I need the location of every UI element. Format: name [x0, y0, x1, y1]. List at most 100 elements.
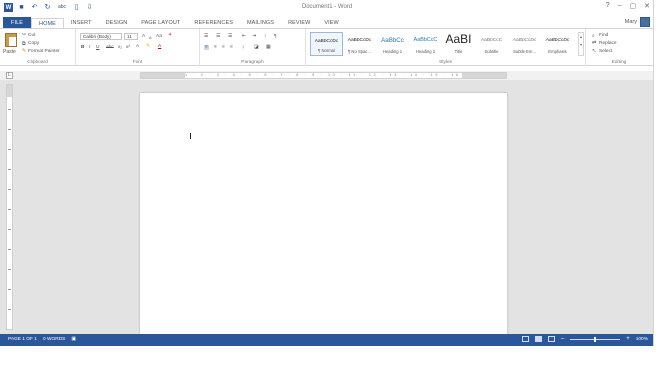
- styles-group-label: Styles: [438, 60, 453, 65]
- show-marks-icon[interactable]: ¶: [274, 34, 277, 39]
- ruler-tick: [8, 229, 11, 230]
- text-effects-icon[interactable]: A: [136, 44, 139, 49]
- page-count[interactable]: PAGE 1 OF 1: [8, 337, 37, 342]
- ruler-row: L 1 · 2 · 3 · 4 · 5 · 6 · 7 · 8 · 9 · 10…: [0, 71, 653, 80]
- status-right: – + 100%: [521, 336, 648, 342]
- clear-formatting-icon[interactable]: ✦: [168, 33, 172, 38]
- align-center-icon[interactable]: ≡: [214, 45, 217, 50]
- vertical-ruler[interactable]: [6, 84, 13, 330]
- style-heading-2[interactable]: AaBbCcC Heading 2: [409, 32, 442, 56]
- horizontal-ruler[interactable]: 1 · 2 · 3 · 4 · 5 · 6 · 7 · 8 · 9 · 10 ·…: [140, 72, 507, 79]
- word-count[interactable]: 0 WORDS: [43, 337, 65, 342]
- style-name: Title: [454, 49, 463, 54]
- select-icon[interactable]: ↖: [592, 49, 596, 54]
- cut-icon[interactable]: ✂: [22, 33, 26, 38]
- style-subtle-emphasis[interactable]: AaBbCcDc Subtle Em...: [508, 32, 541, 56]
- zoom-out-button[interactable]: –: [561, 336, 564, 342]
- paste-button[interactable]: Paste: [3, 49, 16, 55]
- zoom-level[interactable]: 100%: [636, 337, 648, 342]
- tab-selector[interactable]: L: [6, 72, 13, 79]
- sort-icon[interactable]: ↕: [264, 34, 266, 39]
- bullets-icon[interactable]: ☰: [204, 34, 208, 39]
- font-color-icon[interactable]: A: [158, 44, 161, 49]
- style-name: Heading 1: [382, 49, 403, 54]
- select-button[interactable]: Select: [599, 49, 612, 54]
- ruler-tick: [8, 169, 11, 170]
- format-painter-button[interactable]: Format Painter: [28, 49, 60, 54]
- status-bar: PAGE 1 OF 1 0 WORDS ▣ – + 100%: [0, 334, 653, 346]
- style-sample: AaBbCcDc: [347, 38, 372, 43]
- shrink-font-button[interactable]: A: [149, 35, 152, 40]
- style-sample: AaBbCcDc: [545, 38, 570, 43]
- increase-indent-icon[interactable]: ⇥: [252, 34, 256, 39]
- account[interactable]: Mary: [625, 17, 650, 27]
- styles-gallery: AaBbCcDc ¶ Normal AaBbCcDc ¶ No Spac... …: [310, 32, 576, 58]
- borders-icon[interactable]: ▦: [266, 45, 271, 50]
- shading-icon[interactable]: ◪: [254, 45, 259, 50]
- font-size-select[interactable]: 11: [124, 33, 138, 40]
- superscript-button[interactable]: x²: [126, 45, 130, 50]
- find-button[interactable]: Find: [599, 33, 608, 38]
- paste-icon[interactable]: [5, 33, 17, 47]
- format-painter-icon[interactable]: ✎: [22, 49, 26, 54]
- find-icon[interactable]: ⌕: [592, 33, 595, 39]
- style-emphasis[interactable]: AaBbCcDc Emphasis: [541, 32, 574, 56]
- copy-button[interactable]: Copy: [28, 41, 39, 46]
- ruler-tick: [8, 189, 11, 190]
- replace-button[interactable]: Replace: [599, 41, 617, 46]
- ruler-tick: [8, 129, 11, 130]
- close-icon[interactable]: ✕: [644, 2, 650, 10]
- avatar[interactable]: [640, 17, 650, 27]
- align-left-icon[interactable]: ≡: [204, 45, 209, 50]
- highlight-color-icon[interactable]: ✎: [146, 44, 150, 49]
- maximize-icon[interactable]: ▢: [630, 2, 637, 10]
- align-right-icon[interactable]: ≡: [222, 45, 225, 50]
- italic-button[interactable]: I: [89, 45, 90, 50]
- zoom-slider-thumb[interactable]: [594, 336, 597, 342]
- paragraph-group-label: Paragraph: [241, 60, 264, 65]
- style-sample: AaBI: [445, 32, 472, 46]
- bold-button[interactable]: B: [81, 45, 84, 50]
- style-sample: AaBbCcDc: [512, 38, 537, 43]
- proofing-icon[interactable]: ▣: [71, 337, 76, 342]
- line-spacing-icon[interactable]: ↨: [242, 45, 244, 50]
- style-no-spacing[interactable]: AaBbCcDc ¶ No Spac...: [343, 32, 376, 56]
- zoom-slider[interactable]: [570, 336, 621, 342]
- decrease-indent-icon[interactable]: ⇤: [242, 34, 246, 39]
- zoom-in-button[interactable]: +: [626, 336, 630, 342]
- style-title[interactable]: AaBI Title: [442, 32, 475, 56]
- grow-font-button[interactable]: A: [142, 34, 145, 39]
- justify-icon[interactable]: ≡: [230, 45, 233, 50]
- change-case-button[interactable]: Aa: [156, 34, 162, 39]
- print-layout-icon[interactable]: [534, 336, 542, 342]
- styles-more-button[interactable]: ▴ ▾: [578, 32, 584, 56]
- style-name: Heading 2: [415, 49, 436, 54]
- ruler-tick: [8, 109, 11, 110]
- style-name: Subtle Em...: [513, 49, 536, 54]
- window-controls: ? – ▢ ✕: [606, 2, 650, 10]
- strikethrough-button[interactable]: abc: [106, 45, 114, 50]
- multilevel-list-icon[interactable]: ☰: [228, 34, 232, 39]
- web-layout-icon[interactable]: [547, 336, 555, 342]
- underline-button[interactable]: U: [96, 45, 99, 50]
- clipboard-group: Paste ✂ Cut ⧉ Copy ✎ Format Painter Clip…: [0, 29, 76, 66]
- font-name-select[interactable]: Calibri (Body): [80, 33, 122, 40]
- numbering-icon[interactable]: ☰: [216, 34, 220, 39]
- style-heading-1[interactable]: AaBbCc Heading 1: [376, 32, 409, 56]
- vertical-ruler-margin: [7, 85, 12, 97]
- style-normal[interactable]: AaBbCcDc ¶ Normal: [310, 32, 343, 56]
- ruler-tick: [8, 249, 11, 250]
- style-sample: AaBbCcDc: [314, 39, 339, 44]
- subscript-button[interactable]: x₂: [118, 45, 122, 50]
- cut-button[interactable]: Cut: [28, 33, 35, 38]
- help-icon[interactable]: ?: [606, 2, 610, 10]
- style-subtitle[interactable]: AaBbCcC Subtitle: [475, 32, 508, 56]
- minimize-icon[interactable]: –: [618, 2, 622, 10]
- replace-icon[interactable]: ⇄: [592, 41, 596, 46]
- read-mode-icon[interactable]: [521, 336, 529, 342]
- title-bar: W ■ ↶ ↻ abc ▯ ⇩ Document1 - Word ? – ▢ ✕: [0, 0, 653, 16]
- document-page[interactable]: [140, 93, 507, 334]
- document-title: Document1 - Word: [301, 4, 353, 10]
- copy-icon[interactable]: ⧉: [22, 41, 25, 47]
- font-group: Calibri (Body) 11 A A Aa ✦ B I U abc x₂ …: [76, 29, 200, 66]
